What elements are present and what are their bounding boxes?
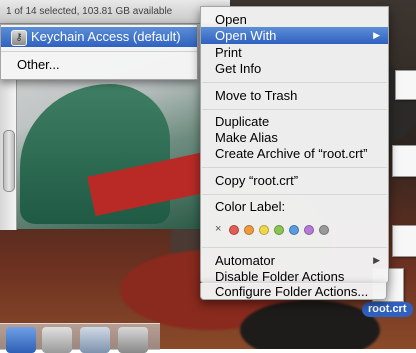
submenu-arrow-icon: ▶ bbox=[373, 30, 380, 40]
menu-item-label: Disable Folder Actions bbox=[215, 269, 345, 284]
no-label-icon[interactable]: × bbox=[215, 223, 221, 235]
menu-item-label: Copy “root.crt” bbox=[215, 173, 299, 188]
menu-item-copy[interactable]: Copy “root.crt” bbox=[201, 172, 388, 189]
menu-item-create-archive[interactable]: Create Archive of “root.crt” bbox=[201, 145, 388, 162]
menu-separator bbox=[202, 194, 387, 195]
menu-item-get-info[interactable]: Get Info bbox=[201, 60, 388, 77]
menu-item-label: Make Alias bbox=[215, 130, 278, 145]
menu-item-label: Open bbox=[215, 12, 247, 27]
pdf-file-icon[interactable] bbox=[392, 225, 416, 257]
menu-item-color-label: Color Label: bbox=[201, 198, 388, 215]
menu-item-configure-folder-actions[interactable]: Configure Folder Actions... bbox=[200, 283, 387, 300]
dock bbox=[0, 323, 160, 353]
menu-item-print[interactable]: Print bbox=[201, 44, 388, 61]
menu-item-label: Automator bbox=[215, 253, 275, 268]
home-folder-icon[interactable] bbox=[42, 327, 72, 353]
keychain-icon: ⚷ bbox=[11, 30, 27, 46]
menu-item-label: Configure Folder Actions... bbox=[215, 284, 369, 299]
scrollbar-thumb[interactable] bbox=[3, 130, 15, 192]
menu-item-open[interactable]: Open bbox=[201, 11, 388, 28]
color-label-dot[interactable] bbox=[304, 225, 314, 235]
color-label-dot[interactable] bbox=[274, 225, 284, 235]
pdf-file-icon[interactable] bbox=[392, 145, 416, 177]
color-label-dot[interactable] bbox=[244, 225, 254, 235]
menu-separator bbox=[202, 82, 387, 83]
color-label-dot[interactable] bbox=[259, 225, 269, 235]
folder-icon[interactable] bbox=[80, 327, 110, 353]
submenu-item-label: Other... bbox=[17, 57, 60, 72]
menu-item-label: Create Archive of “root.crt” bbox=[215, 146, 368, 161]
background-shape bbox=[240, 300, 380, 349]
color-label-dot[interactable] bbox=[319, 225, 329, 235]
submenu-item-other[interactable]: Other... bbox=[1, 55, 197, 75]
menu-separator bbox=[202, 247, 387, 248]
menu-item-label: Duplicate bbox=[215, 114, 270, 129]
status-text: 1 of 14 selected, 103.81 GB available bbox=[6, 6, 173, 17]
finder-icon[interactable] bbox=[6, 327, 36, 353]
selected-file-label[interactable]: root.crt bbox=[362, 302, 413, 317]
finder-status-bar: 1 of 14 selected, 103.81 GB available bbox=[0, 0, 230, 24]
menu-item-label: Open With bbox=[215, 28, 277, 43]
menu-item-duplicate[interactable]: Duplicate bbox=[201, 113, 388, 130]
menu-item-label: Get Info bbox=[215, 61, 262, 76]
color-label-dot[interactable] bbox=[229, 225, 239, 235]
submenu-item-label: Keychain Access (default) bbox=[31, 29, 181, 44]
color-label-dot[interactable] bbox=[289, 225, 299, 235]
menu-item-move-to-trash[interactable]: Move to Trash bbox=[201, 87, 388, 104]
submenu-separator bbox=[1, 51, 197, 52]
menu-item-label: Color Label: bbox=[215, 199, 286, 214]
file-icon[interactable] bbox=[395, 70, 416, 100]
open-with-submenu: ⚷ Keychain Access (default) Other... bbox=[0, 24, 198, 80]
menu-separator bbox=[202, 109, 387, 110]
vertical-scrollbar[interactable] bbox=[0, 80, 17, 230]
menu-item-automator[interactable]: Automator ▶ bbox=[201, 252, 388, 269]
menu-item-label: Print bbox=[215, 45, 242, 60]
menu-separator bbox=[202, 167, 387, 168]
menu-item-label: Move to Trash bbox=[215, 88, 298, 103]
cloud-icon[interactable] bbox=[118, 327, 148, 353]
menu-item-make-alias[interactable]: Make Alias bbox=[201, 129, 388, 146]
submenu-arrow-icon: ▶ bbox=[373, 255, 380, 265]
submenu-item-keychain-access[interactable]: ⚷ Keychain Access (default) bbox=[1, 27, 197, 47]
context-menu: Open Open With ▶ Print Get Info Move to … bbox=[200, 6, 389, 284]
menu-item-open-with[interactable]: Open With ▶ bbox=[201, 27, 388, 44]
